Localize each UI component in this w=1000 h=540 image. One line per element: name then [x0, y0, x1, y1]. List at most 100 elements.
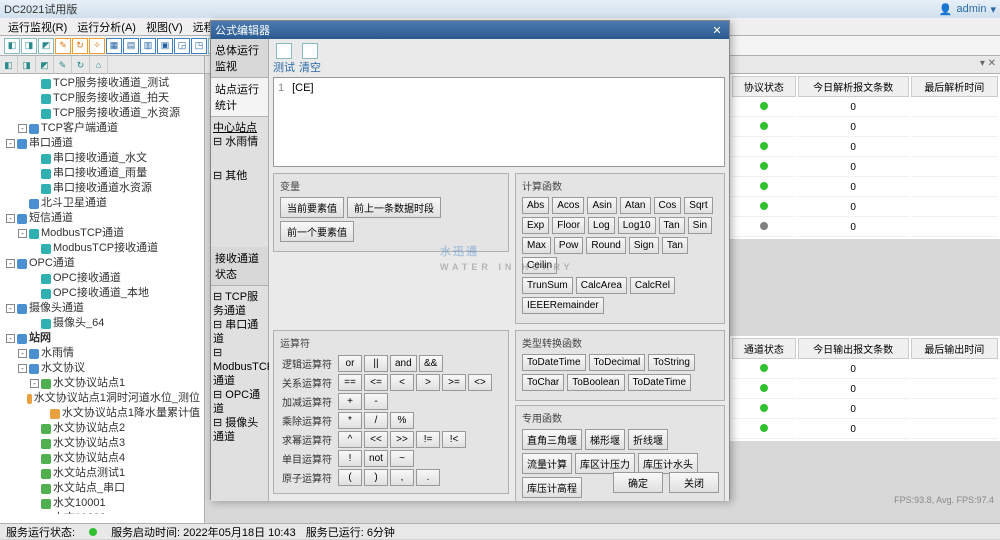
user-dropdown-icon[interactable]: ▾ — [990, 3, 996, 16]
calc-Exp[interactable]: Exp — [522, 217, 549, 234]
lp-tab-3[interactable]: ◩ — [36, 56, 54, 74]
tree-node[interactable]: ModbusTCP接收通道 — [4, 241, 200, 256]
calc-Sqrt[interactable]: Sqrt — [684, 197, 712, 214]
calc-Acos[interactable]: Acos — [552, 197, 584, 214]
cancel-button[interactable]: 关闭 — [669, 472, 719, 493]
op-btn[interactable]: not — [364, 450, 388, 467]
tree-node[interactable]: - 站网 — [4, 331, 200, 346]
channel-node[interactable]: ⊟ TCP服务通道 — [213, 290, 266, 318]
nav-tree[interactable]: TCP服务接收通道_测试 TCP服务接收通道_拍天 TCP服务接收通道_水资源-… — [0, 74, 204, 514]
lp-tab-2[interactable]: ◨ — [18, 56, 36, 74]
table-row[interactable]: 0 — [732, 179, 998, 197]
tb-5[interactable]: ↻ — [72, 38, 88, 54]
op-btn[interactable]: << — [364, 431, 388, 448]
tb-3[interactable]: ◩ — [38, 38, 54, 54]
tb-11[interactable]: ◲ — [174, 38, 190, 54]
close-icon[interactable]: ✕ — [709, 24, 725, 37]
table-row[interactable]: 0 — [732, 139, 998, 157]
panel-close-icon[interactable]: ▾ ✕ — [980, 58, 996, 69]
op-btn[interactable]: or — [338, 355, 362, 372]
calc-Log10[interactable]: Log10 — [618, 217, 656, 234]
calc-CalcRel[interactable]: CalcRel — [630, 277, 675, 294]
op-btn[interactable]: ! — [338, 450, 362, 467]
tab-stats[interactable]: 站点运行统计 — [211, 78, 268, 117]
op-btn[interactable]: < — [390, 374, 414, 391]
tree-node[interactable]: - 水文协议站点1 — [4, 376, 200, 391]
calc-Asin[interactable]: Asin — [587, 197, 616, 214]
table-row[interactable]: 0 — [732, 361, 998, 379]
op-btn[interactable]: ~ — [390, 450, 414, 467]
calc-Tan[interactable]: Tan — [659, 217, 685, 234]
tb-2[interactable]: ◨ — [21, 38, 37, 54]
tree-node[interactable]: 水文协议站点1洞时河道水位_测位 — [4, 391, 200, 406]
menu-item-1[interactable]: 运行分析(A) — [73, 18, 140, 36]
tree-node[interactable]: 串口接收通道_水文 — [4, 151, 200, 166]
op-btn[interactable]: >= — [442, 374, 466, 391]
tree-node[interactable]: 水文站点测试1 — [4, 466, 200, 481]
calc-Sign[interactable]: Sign — [629, 237, 659, 254]
tree-node[interactable]: 北斗卫星通道 — [4, 196, 200, 211]
tree-node[interactable]: - 短信通道 — [4, 211, 200, 226]
calc-Tan[interactable]: Tan — [662, 237, 688, 254]
channel-node[interactable]: ⊟ OPC通道 — [213, 388, 266, 416]
typeconv-btn[interactable]: ToBoolean — [567, 374, 624, 391]
tb-12[interactable]: ◳ — [191, 38, 207, 54]
tree-node[interactable]: - TCP客户端通道 — [4, 121, 200, 136]
calc-Max[interactable]: Max — [522, 237, 551, 254]
calc-TrunSum[interactable]: TrunSum — [522, 277, 573, 294]
tree-node[interactable]: 水文10001 — [4, 496, 200, 511]
calc-Abs[interactable]: Abs — [522, 197, 549, 214]
tb-9[interactable]: ▥ — [140, 38, 156, 54]
typeconv-btn[interactable]: ToDateTime — [628, 374, 692, 391]
menu-item-0[interactable]: 运行监视(R) — [4, 18, 71, 36]
calc-Floor[interactable]: Floor — [552, 217, 585, 234]
op-btn[interactable]: > — [416, 374, 440, 391]
op-btn[interactable]: <= — [364, 374, 388, 391]
op-btn[interactable]: ^ — [338, 431, 362, 448]
tb-6[interactable]: ✧ — [89, 38, 105, 54]
op-btn[interactable]: % — [390, 412, 414, 429]
formula-textarea[interactable]: 1[CE] — [273, 77, 725, 167]
calc-Atan[interactable]: Atan — [620, 197, 651, 214]
special-btn[interactable]: 折线堰 — [628, 429, 668, 450]
table-row[interactable]: 0 — [732, 219, 998, 237]
lt-node[interactable]: ⊟ 其他 — [213, 169, 266, 183]
tree-node[interactable]: - OPC通道 — [4, 256, 200, 271]
special-btn[interactable]: 库区计压力 — [575, 453, 635, 474]
special-btn[interactable]: 库压计高程 — [522, 477, 582, 498]
channel-node[interactable]: ⊟ 串口通道 — [213, 318, 266, 346]
tree-node[interactable]: - 水雨情 — [4, 346, 200, 361]
tb-8[interactable]: ▤ — [123, 38, 139, 54]
user-name[interactable]: admin — [957, 3, 987, 15]
table-row[interactable]: 0 — [732, 381, 998, 399]
op-btn[interactable]: . — [416, 469, 440, 486]
lp-tab-4[interactable]: ✎ — [54, 56, 72, 74]
tb-4[interactable]: ✎ — [55, 38, 71, 54]
op-btn[interactable]: / — [364, 412, 388, 429]
tree-node[interactable]: 水文站点_串口 — [4, 481, 200, 496]
special-btn[interactable]: 库压计水头 — [638, 453, 698, 474]
op-btn[interactable]: || — [364, 355, 388, 372]
op-btn[interactable]: , — [390, 469, 414, 486]
op-btn[interactable]: <> — [468, 374, 492, 391]
tree-node[interactable]: - ModbusTCP通道 — [4, 226, 200, 241]
ok-button[interactable]: 确定 — [613, 472, 663, 493]
typeconv-btn[interactable]: ToString — [648, 354, 695, 371]
op-btn[interactable]: == — [338, 374, 362, 391]
table-row[interactable]: 0 — [732, 99, 998, 117]
tree-node[interactable]: TCP服务接收通道_测试 — [4, 76, 200, 91]
tree-node[interactable]: - 摄像头通道 — [4, 301, 200, 316]
channel-node[interactable]: ⊟ 摄像头通道 — [213, 416, 266, 444]
op-btn[interactable]: and — [390, 355, 417, 372]
op-btn[interactable]: - — [364, 393, 388, 410]
tree-node[interactable]: 水文协议站点2 — [4, 421, 200, 436]
table-row[interactable]: 0 — [732, 401, 998, 419]
calc-Round[interactable]: Round — [586, 237, 625, 254]
op-btn[interactable]: * — [338, 412, 362, 429]
tree-node[interactable]: 串口接收通道_雨量 — [4, 166, 200, 181]
calc-IEEERemainder[interactable]: IEEERemainder — [522, 297, 604, 314]
tree-node[interactable]: 水文协议站点1降水量累计值 — [4, 406, 200, 421]
op-btn[interactable]: + — [338, 393, 362, 410]
op-btn[interactable]: ( — [338, 469, 362, 486]
tree-node[interactable]: 串口接收通道水资源 — [4, 181, 200, 196]
